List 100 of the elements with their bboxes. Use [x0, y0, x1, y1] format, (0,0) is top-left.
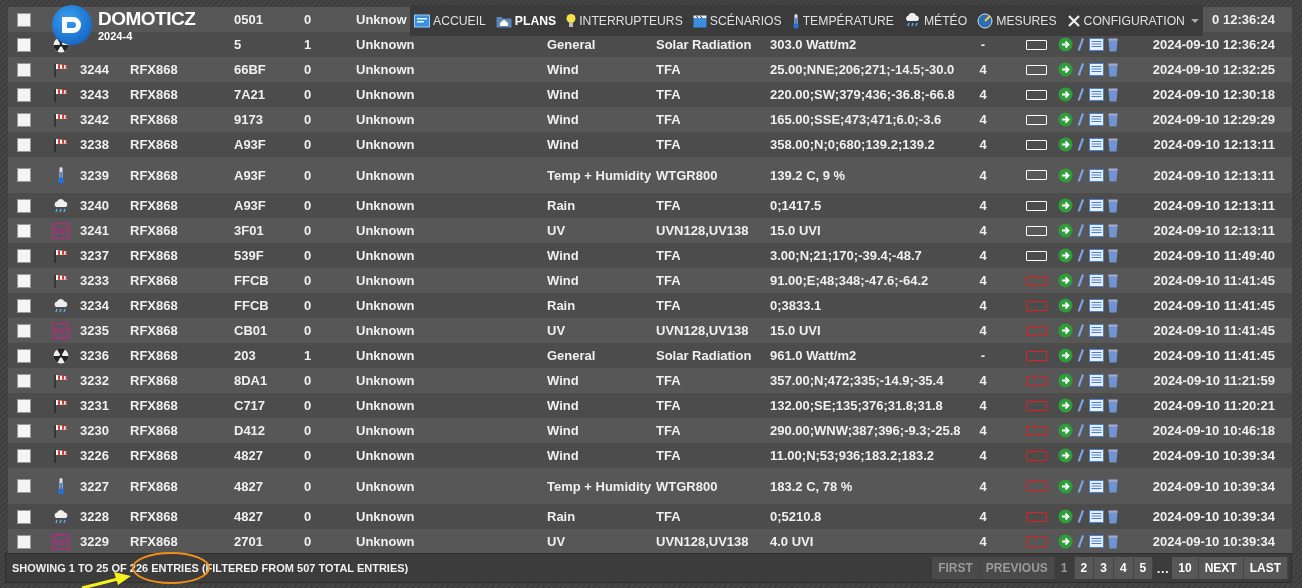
page-button[interactable]: 10	[1172, 557, 1199, 579]
trash-icon[interactable]	[1108, 112, 1118, 127]
row-checkbox[interactable]	[17, 298, 31, 313]
list-icon[interactable]	[1089, 299, 1104, 312]
pencil-icon[interactable]	[1077, 87, 1085, 102]
nav-item[interactable]: CONFIGURATION	[1066, 13, 1199, 28]
trash-icon[interactable]	[1108, 198, 1118, 213]
row-checkbox[interactable]	[17, 37, 31, 52]
nav-item[interactable]: SCÉNARIOS	[692, 13, 782, 28]
row-checkbox[interactable]	[17, 479, 31, 493]
arrow-circle-icon[interactable]	[1058, 534, 1073, 549]
row-checkbox[interactable]	[17, 448, 31, 463]
list-icon[interactable]	[1089, 168, 1104, 182]
pencil-icon[interactable]	[1077, 298, 1085, 313]
pencil-icon[interactable]	[1077, 248, 1085, 263]
list-icon[interactable]	[1089, 324, 1104, 337]
arrow-circle-icon[interactable]	[1058, 167, 1073, 183]
arrow-circle-icon[interactable]	[1058, 273, 1073, 288]
list-icon[interactable]	[1089, 249, 1104, 262]
trash-icon[interactable]	[1108, 298, 1118, 313]
row-checkbox[interactable]	[17, 12, 31, 27]
nav-item[interactable]: MESURES	[977, 12, 1057, 29]
row-checkbox[interactable]	[17, 223, 31, 238]
nav-item[interactable]: TEMPÉRATURE	[791, 12, 894, 29]
trash-icon[interactable]	[1108, 273, 1118, 288]
arrow-circle-icon[interactable]	[1058, 423, 1073, 438]
list-icon[interactable]	[1089, 535, 1104, 548]
trash-icon[interactable]	[1108, 448, 1118, 463]
row-checkbox[interactable]	[17, 87, 31, 102]
trash-icon[interactable]	[1108, 223, 1118, 238]
nav-item[interactable]: PLANS	[495, 13, 557, 28]
row-checkbox[interactable]	[17, 168, 31, 182]
row-checkbox[interactable]	[17, 423, 31, 438]
pencil-icon[interactable]	[1077, 137, 1085, 152]
arrow-circle-icon[interactable]	[1058, 348, 1073, 363]
row-checkbox[interactable]	[17, 248, 31, 263]
page-button[interactable]: LAST	[1243, 557, 1288, 579]
pencil-icon[interactable]	[1077, 398, 1085, 413]
arrow-circle-icon[interactable]	[1058, 62, 1073, 77]
arrow-circle-icon[interactable]	[1058, 112, 1073, 127]
list-icon[interactable]	[1089, 510, 1104, 523]
arrow-circle-icon[interactable]	[1058, 87, 1073, 102]
pencil-icon[interactable]	[1077, 448, 1085, 463]
row-checkbox[interactable]	[17, 137, 31, 152]
arrow-circle-icon[interactable]	[1058, 323, 1073, 338]
page-button[interactable]: 4	[1113, 557, 1134, 579]
list-icon[interactable]	[1089, 38, 1104, 51]
trash-icon[interactable]	[1108, 348, 1118, 363]
trash-icon[interactable]	[1108, 168, 1118, 182]
page-button[interactable]: NEXT	[1198, 557, 1244, 579]
nav-item[interactable]: ACCUEIL	[414, 13, 486, 28]
trash-icon[interactable]	[1108, 323, 1118, 338]
list-icon[interactable]	[1089, 138, 1104, 151]
arrow-circle-icon[interactable]	[1058, 248, 1073, 263]
row-checkbox[interactable]	[17, 398, 31, 413]
list-icon[interactable]	[1089, 449, 1104, 462]
row-checkbox[interactable]	[17, 112, 31, 127]
list-icon[interactable]	[1089, 63, 1104, 76]
pencil-icon[interactable]	[1077, 509, 1085, 524]
arrow-circle-icon[interactable]	[1058, 448, 1073, 463]
row-checkbox[interactable]	[17, 373, 31, 388]
arrow-circle-icon[interactable]	[1058, 398, 1073, 413]
list-icon[interactable]	[1089, 224, 1104, 237]
list-icon[interactable]	[1089, 399, 1104, 412]
list-icon[interactable]	[1089, 113, 1104, 126]
list-icon[interactable]	[1089, 374, 1104, 387]
row-checkbox[interactable]	[17, 273, 31, 288]
arrow-circle-icon[interactable]	[1058, 137, 1073, 152]
trash-icon[interactable]	[1108, 534, 1118, 549]
trash-icon[interactable]	[1108, 423, 1118, 438]
nav-item[interactable]: MÉTÉO	[903, 13, 968, 28]
trash-icon[interactable]	[1108, 509, 1118, 524]
trash-icon[interactable]	[1108, 479, 1118, 493]
arrow-circle-icon[interactable]	[1058, 37, 1073, 52]
arrow-circle-icon[interactable]	[1058, 198, 1073, 213]
arrow-circle-icon[interactable]	[1058, 478, 1073, 494]
page-button[interactable]: 5	[1133, 557, 1154, 579]
page-button[interactable]: 3	[1094, 557, 1114, 579]
trash-icon[interactable]	[1108, 62, 1118, 77]
trash-icon[interactable]	[1108, 37, 1118, 52]
row-checkbox[interactable]	[17, 348, 31, 363]
trash-icon[interactable]	[1108, 137, 1118, 152]
trash-icon[interactable]	[1108, 373, 1118, 388]
row-checkbox[interactable]	[17, 509, 31, 524]
trash-icon[interactable]	[1108, 87, 1118, 102]
list-icon[interactable]	[1089, 88, 1104, 101]
nav-item[interactable]: INTERRUPTEURS	[566, 12, 683, 29]
trash-icon[interactable]	[1108, 248, 1118, 263]
arrow-circle-icon[interactable]	[1058, 509, 1073, 524]
row-checkbox[interactable]	[17, 198, 31, 213]
arrow-circle-icon[interactable]	[1058, 223, 1073, 238]
list-icon[interactable]	[1089, 274, 1104, 287]
caret-icon[interactable]	[1190, 18, 1199, 23]
pencil-icon[interactable]	[1077, 37, 1085, 52]
arrow-circle-icon[interactable]	[1058, 298, 1073, 313]
arrow-circle-icon[interactable]	[1058, 373, 1073, 388]
row-checkbox[interactable]	[17, 62, 31, 77]
trash-icon[interactable]	[1108, 398, 1118, 413]
page-button[interactable]: 2	[1074, 557, 1095, 579]
row-checkbox[interactable]	[17, 534, 31, 549]
